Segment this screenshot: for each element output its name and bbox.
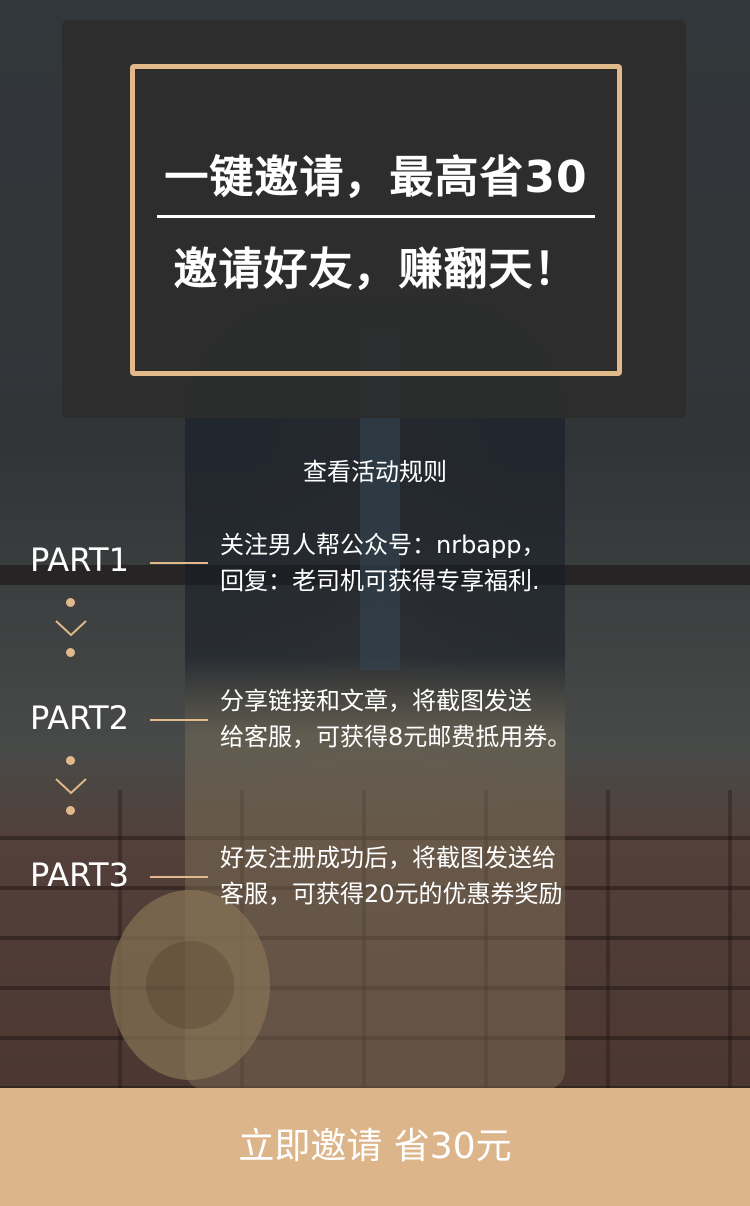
chevron-down-icon (55, 778, 87, 795)
step-dot (66, 806, 75, 815)
step-text-line: 好友注册成功后，将截图发送给 (220, 844, 556, 872)
step-connector-line (150, 562, 208, 564)
chevron-down-icon (55, 620, 87, 637)
step-connector-line (150, 719, 208, 721)
step-label-part3: PART3 (30, 856, 129, 894)
step-description-part2: 分享链接和文章，将截图发送 给客服，可获得8元邮费抵用券。 (220, 683, 640, 755)
step-text-line: 客服，可获得20元的优惠券奖励 (220, 880, 563, 908)
step-description-part1: 关注男人帮公众号：nrbapp， 回复：老司机可获得专享福利. (220, 527, 640, 599)
step-label-part2: PART2 (30, 699, 129, 737)
step-dot (66, 756, 75, 765)
step-label-part1: PART1 (30, 541, 129, 579)
step-text-line: 关注男人帮公众号：nrbapp， (220, 531, 546, 559)
view-rules-link[interactable]: 查看活动规则 (0, 452, 750, 487)
step-text-line: 分享链接和文章，将截图发送 (220, 687, 532, 715)
step-dot (66, 598, 75, 607)
step-text-line: 回复：老司机可获得专享福利. (220, 567, 540, 595)
step-dot (66, 648, 75, 657)
promo-headline-secondary: 邀请好友，赚翻天！ (173, 244, 579, 295)
step-text-line: 给客服，可获得8元邮费抵用券。 (220, 723, 572, 751)
step-connector-line (150, 876, 208, 878)
headline-divider (157, 215, 595, 218)
promo-header-card: 一键邀请，最高省30 邀请好友，赚翻天！ (62, 20, 686, 418)
promo-frame: 一键邀请，最高省30 邀请好友，赚翻天！ (130, 64, 622, 376)
promo-headline-primary: 一键邀请，最高省30 (164, 152, 588, 203)
invite-now-button[interactable]: 立即邀请 省30元 (0, 1088, 750, 1206)
step-description-part3: 好友注册成功后，将截图发送给 客服，可获得20元的优惠券奖励 (220, 840, 640, 912)
